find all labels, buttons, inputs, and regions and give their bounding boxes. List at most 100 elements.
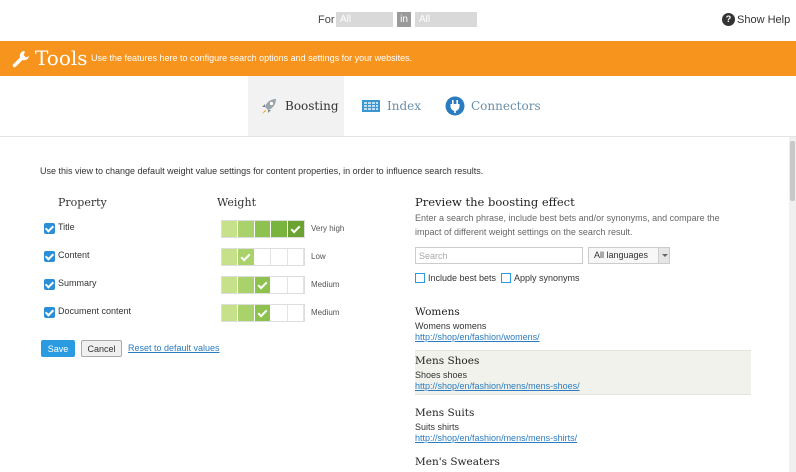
property-label: Summary bbox=[58, 278, 97, 288]
check-icon bbox=[257, 307, 268, 318]
language-select-value: All languages bbox=[594, 250, 649, 260]
weight-segment[interactable] bbox=[222, 305, 239, 321]
tab-connectors-label: Connectors bbox=[471, 99, 541, 113]
weight-segment[interactable] bbox=[222, 249, 239, 265]
weight-segment[interactable] bbox=[254, 249, 272, 265]
include-best-bets-checkbox[interactable]: Include best bets bbox=[415, 272, 496, 284]
search-input[interactable] bbox=[415, 247, 583, 264]
search-result: Men's Sweaters bbox=[415, 452, 751, 472]
save-button[interactable]: Save bbox=[41, 340, 75, 357]
apply-synonyms-label: Apply synonyms bbox=[514, 273, 580, 283]
wrench-icon bbox=[12, 51, 29, 68]
result-url-link[interactable]: http://shop/en/fashion/mens/mens-shoes/ bbox=[415, 381, 751, 393]
rocket-icon bbox=[262, 99, 276, 114]
weight-segment[interactable] bbox=[271, 221, 288, 237]
weight-slider[interactable] bbox=[221, 248, 305, 266]
tab-index[interactable]: Index bbox=[361, 76, 421, 136]
plug-icon bbox=[445, 96, 465, 116]
result-url-link[interactable]: http://shop/en/fashion/mens/mens-shirts/ bbox=[415, 433, 751, 445]
result-url-link[interactable]: http://shop/en/fashion/womens/ bbox=[415, 332, 751, 344]
weight-value-label: Low bbox=[311, 252, 326, 261]
checkbox-box[interactable] bbox=[415, 273, 425, 283]
weight-segment[interactable] bbox=[254, 305, 272, 321]
language-select[interactable]: All languages bbox=[588, 247, 670, 264]
weight-value-label: Medium bbox=[311, 280, 340, 289]
search-result: Mens Suits Suits shirts http://shop/en/fas… bbox=[415, 403, 751, 445]
result-title: Womens bbox=[415, 306, 460, 318]
check-icon bbox=[257, 279, 268, 290]
check-icon bbox=[240, 251, 251, 262]
scrollbar-thumb[interactable] bbox=[790, 141, 795, 201]
search-result: Mens Shoes Shoes shoes http://shop/en/fash… bbox=[415, 350, 751, 395]
weight-segment[interactable] bbox=[287, 277, 305, 293]
table-icon bbox=[362, 100, 380, 112]
weight-segment[interactable] bbox=[238, 305, 255, 321]
tab-boosting[interactable]: Boosting bbox=[248, 76, 344, 136]
check-icon bbox=[290, 223, 301, 234]
property-checkbox[interactable] bbox=[44, 223, 55, 234]
weight-value-label: Medium bbox=[311, 308, 340, 317]
tab-connectors[interactable]: Connectors bbox=[445, 76, 541, 136]
for-label: For bbox=[318, 14, 335, 26]
tab-index-label: Index bbox=[387, 99, 422, 113]
reset-defaults-link[interactable]: Reset to default values bbox=[128, 343, 220, 353]
websites-selector[interactable]: All Websites bbox=[336, 12, 393, 40]
page-scrollbar[interactable] bbox=[789, 137, 796, 472]
weight-slider[interactable] bbox=[221, 304, 305, 322]
weight-segment[interactable] bbox=[238, 221, 255, 237]
property-label: Document content bbox=[58, 306, 132, 316]
weight-value-label: Very high bbox=[311, 224, 345, 233]
preview-title: Preview the boosting effect bbox=[415, 195, 575, 209]
include-best-bets-label: Include best bets bbox=[428, 273, 497, 283]
preview-description: Enter a search phrase, include best bets… bbox=[415, 213, 720, 237]
cancel-button[interactable]: Cancel bbox=[81, 340, 122, 357]
property-checkbox[interactable] bbox=[44, 251, 55, 262]
weight-slider[interactable] bbox=[221, 220, 305, 238]
top-bar: For All Websites in All languages ? Show… bbox=[0, 0, 796, 40]
weight-segment[interactable] bbox=[222, 221, 239, 237]
weight-segment[interactable] bbox=[238, 249, 255, 265]
weight-segment[interactable] bbox=[222, 277, 239, 293]
weight-segment[interactable] bbox=[287, 249, 305, 265]
property-checkbox[interactable] bbox=[44, 279, 55, 290]
weight-segment[interactable] bbox=[287, 305, 305, 321]
property-header: Property bbox=[58, 196, 107, 209]
weight-segment[interactable] bbox=[254, 221, 272, 237]
chevron-down-icon bbox=[658, 248, 669, 263]
intro-text: Use this view to change default weight v… bbox=[40, 166, 484, 176]
weight-segment[interactable] bbox=[254, 277, 272, 293]
weight-segment[interactable] bbox=[271, 277, 288, 293]
show-help-link[interactable]: ? Show Help bbox=[722, 13, 790, 26]
property-row: Title Very high bbox=[44, 220, 364, 238]
weight-segment[interactable] bbox=[287, 221, 304, 237]
in-label: in bbox=[397, 12, 411, 27]
result-title: Mens Shoes bbox=[415, 355, 480, 367]
languages-selector[interactable]: All languages bbox=[415, 12, 477, 40]
tools-description: Use the features here to configure searc… bbox=[91, 53, 413, 63]
result-title: Men's Sweaters bbox=[415, 456, 500, 468]
result-title: Mens Suits bbox=[415, 407, 475, 419]
property-label: Content bbox=[58, 250, 90, 260]
weight-segment[interactable] bbox=[271, 305, 288, 321]
property-checkbox[interactable] bbox=[44, 307, 55, 318]
tools-title: Tools bbox=[35, 46, 88, 70]
tab-bar: Boosting Index Connectors bbox=[0, 76, 796, 137]
weight-slider[interactable] bbox=[221, 276, 305, 294]
property-row: Content Low bbox=[44, 248, 364, 266]
result-snippet: Shoes shoes bbox=[415, 370, 468, 380]
result-snippet: Suits shirts bbox=[415, 422, 460, 432]
property-row: Summary Medium bbox=[44, 276, 364, 294]
result-snippet: Womens womens bbox=[415, 321, 487, 331]
weight-header: Weight bbox=[217, 196, 256, 209]
weight-segment[interactable] bbox=[271, 249, 288, 265]
weight-segment[interactable] bbox=[238, 277, 255, 293]
tab-boosting-label: Boosting bbox=[285, 99, 339, 113]
checkbox-box[interactable] bbox=[501, 273, 511, 283]
property-row: Document content Medium bbox=[44, 304, 364, 322]
apply-synonyms-checkbox[interactable]: Apply synonyms bbox=[501, 272, 580, 284]
tools-header: Tools Use the features here to configure… bbox=[0, 41, 796, 76]
property-label: Title bbox=[58, 222, 75, 232]
search-result: Womens Womens womens http://shop/en/fashio… bbox=[415, 302, 751, 344]
help-icon: ? bbox=[722, 13, 735, 26]
show-help-label: Show Help bbox=[737, 13, 791, 26]
